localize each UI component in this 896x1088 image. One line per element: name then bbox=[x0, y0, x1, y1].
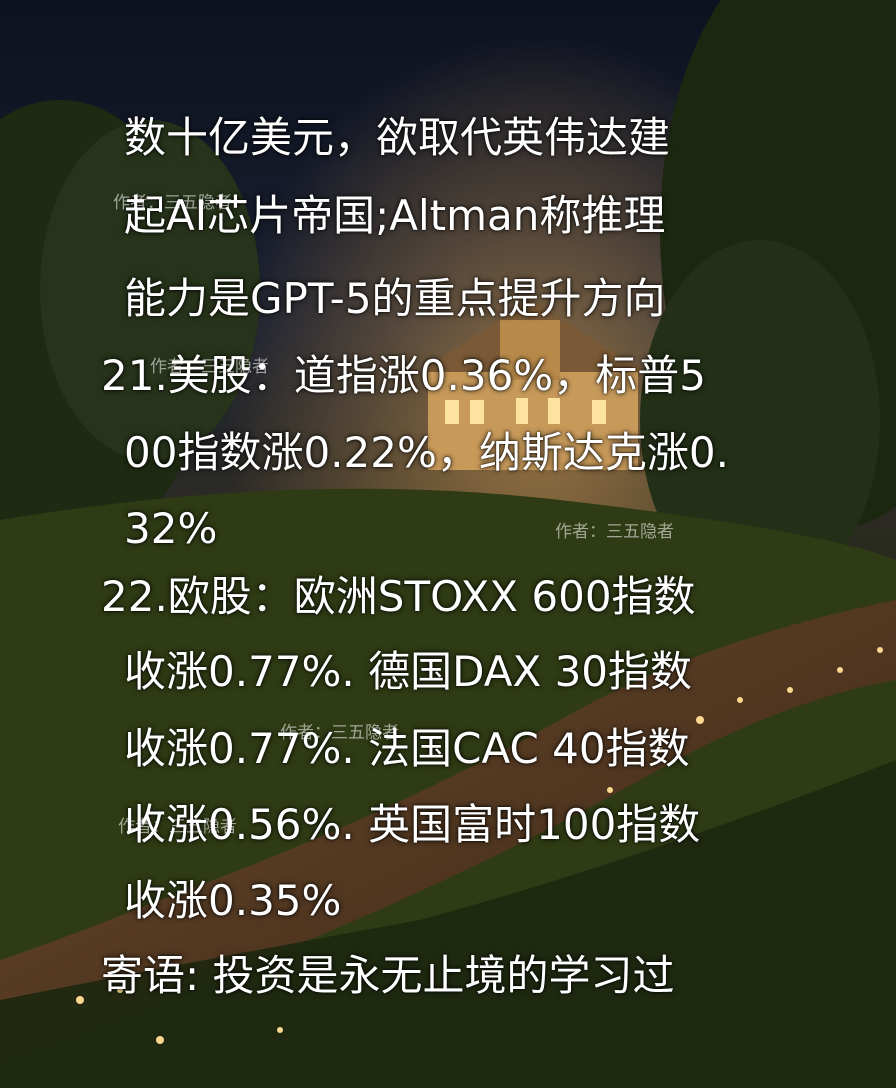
text-line: 00指数涨0.22%，纳斯达克涨0. bbox=[124, 428, 729, 477]
text-line: 收涨0.35% bbox=[124, 876, 342, 925]
article-text: 数十亿美元，欲取代英伟达建 起AI芯片帝国;Altman称推理 能力是GPT-5… bbox=[0, 0, 896, 1088]
author-watermark: 作者：三五隐者 bbox=[118, 817, 237, 837]
text-line: 收涨0.77%. 法国CAC 40指数 bbox=[124, 724, 690, 773]
text-line: 数十亿美元，欲取代英伟达建 bbox=[124, 113, 671, 162]
author-watermark: 作者：三五隐者 bbox=[150, 357, 269, 377]
text-line: 能力是GPT-5的重点提升方向 bbox=[124, 274, 666, 323]
text-line: 寄语: 投资是永无止境的学习过 bbox=[101, 951, 675, 1000]
text-line: 32% bbox=[124, 504, 218, 553]
text-line: 收涨0.77%. 德国DAX 30指数 bbox=[124, 647, 693, 696]
author-watermark: 作者：三五隐者 bbox=[280, 723, 399, 743]
author-watermark: 作者：三五隐者 bbox=[555, 522, 674, 542]
author-watermark: 作者：三五隐者 bbox=[113, 193, 232, 213]
text-line: 22.欧股：欧洲STOXX 600指数 bbox=[101, 572, 696, 621]
